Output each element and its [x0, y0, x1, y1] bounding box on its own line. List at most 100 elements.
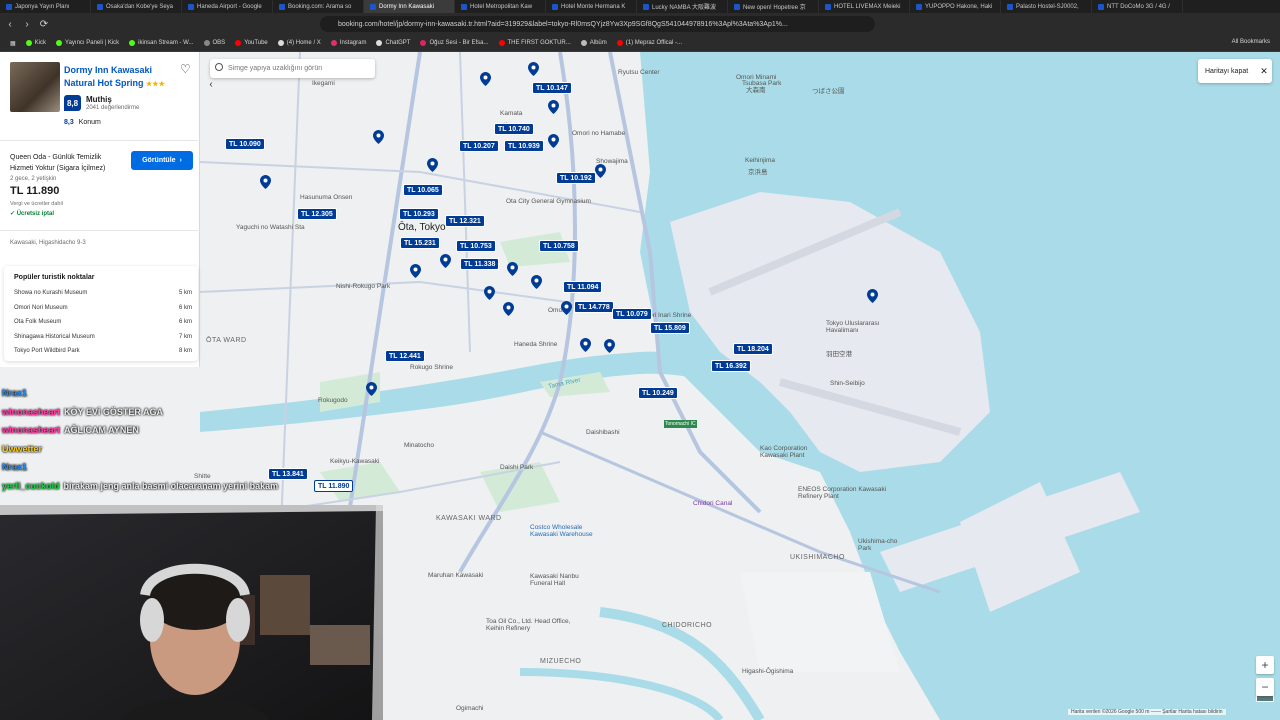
hotel-price-pin[interactable]: TL 15.231 — [400, 237, 440, 249]
browser-tab[interactable]: Japonya Yayın Planı — [0, 0, 91, 13]
hotel-price-pin[interactable]: TL 12.441 — [385, 350, 425, 362]
hotel-location-marker-icon[interactable] — [507, 262, 518, 276]
label-keihinjima: Keihinjima — [745, 157, 775, 164]
browser-tab[interactable]: NTT DoCoMo 3G / 4G / — [1092, 0, 1183, 13]
hotel-location-marker-icon[interactable] — [503, 302, 514, 316]
hotel-location-marker-icon[interactable] — [604, 339, 615, 353]
hotel-location-marker-icon[interactable] — [561, 301, 572, 315]
bookmark-item[interactable]: YouTube — [235, 40, 268, 46]
popular-landmarks-card: Popüler turistik noktalar Showa no Kuras… — [4, 266, 198, 361]
hotel-price-pin[interactable]: TL 14.778 — [574, 301, 614, 313]
browser-tab[interactable]: Hotel Metropolitan Kaw — [455, 0, 546, 13]
bookmark-item[interactable]: OBS — [203, 40, 225, 46]
hotel-price-pin[interactable]: TL 10.740 — [494, 123, 534, 135]
browser-tab[interactable]: New open! Hopetree 京 — [728, 0, 819, 13]
hotel-price-pin[interactable]: TL 10.065 — [403, 184, 443, 196]
hotel-price-pin[interactable]: TL 12.305 — [297, 208, 337, 220]
bookmark-item[interactable]: ikinsan Stream - W... — [129, 40, 194, 46]
tab-favicon-icon — [279, 3, 285, 10]
hotel-price-pin[interactable]: TL 15.809 — [650, 322, 690, 334]
star-rating-icon: ★★★ — [146, 81, 165, 88]
hotel-location-marker-icon[interactable] — [440, 254, 451, 268]
hotel-price-pin[interactable]: TL 10.090 — [225, 138, 265, 150]
browser-tab[interactable]: Osaka'dan Kobe'ye Seya — [91, 0, 182, 13]
bookmark-favicon-icon — [56, 40, 63, 46]
label-eneos: ENEOS Corporation Kawasaki Refinery Plan… — [798, 486, 887, 500]
browser-tab[interactable]: YUPOPPO Hakone, Haki — [910, 0, 1001, 13]
selected-hotel-price-pin[interactable]: TL 11.890 — [314, 480, 354, 492]
hotel-price-pin[interactable]: TL 10.079 — [612, 308, 652, 320]
hotel-price-pin[interactable]: TL 18.204 — [733, 343, 773, 355]
browser-tab[interactable]: Palasto Hostel-SJ0002, — [1001, 0, 1092, 13]
zoom-out-button[interactable]: − — [1256, 678, 1274, 696]
hotel-photo[interactable] — [10, 62, 60, 112]
heart-icon[interactable]: ♡ — [180, 62, 191, 76]
hotel-price-pin[interactable]: TL 10.207 — [459, 140, 499, 152]
browser-tab[interactable]: Lucky NAMBA 大阪難波 — [637, 0, 728, 13]
bookmark-item[interactable]: Albüm — [580, 40, 607, 46]
show-room-button[interactable]: Görüntüle › — [131, 151, 193, 170]
hotel-price-pin[interactable]: TL 10.293 — [399, 208, 439, 220]
label-tsubasa-jp: つばさ公園 — [812, 88, 845, 95]
zoom-in-button[interactable]: + — [1256, 656, 1274, 674]
hotel-location-marker-icon[interactable] — [531, 275, 542, 289]
bookmark-favicon-icon — [330, 40, 337, 46]
hotel-location-marker-icon[interactable] — [373, 130, 384, 144]
hotel-price-pin[interactable]: TL 11.094 — [563, 281, 603, 293]
hotel-price-pin[interactable]: TL 10.147 — [532, 82, 572, 94]
bookmark-item[interactable]: Kick — [25, 40, 46, 46]
bookmark-item[interactable]: Oğuz Sesi - Bir Efsa... — [420, 40, 489, 46]
hotel-location-marker-icon[interactable] — [260, 175, 271, 189]
location-score-value: 8,3 — [64, 119, 74, 126]
browser-tab[interactable]: Booking.com: Arama so — [273, 0, 364, 13]
tab-label: Hotel Metropolitan Kaw — [470, 3, 533, 10]
tab-favicon-icon — [461, 3, 467, 10]
label-ikegami: Ikegami — [312, 80, 335, 87]
hotel-location-marker-icon[interactable] — [410, 264, 421, 278]
tax-note: Vergi ve ücretler dahil — [10, 201, 63, 207]
hotel-location-marker-icon[interactable] — [484, 286, 495, 300]
label-chidori: Chidori Canal — [693, 500, 733, 507]
hotel-location-marker-icon[interactable] — [548, 100, 559, 114]
hotel-location-marker-icon[interactable] — [867, 289, 878, 303]
hotel-price-pin[interactable]: TL 10.249 — [638, 387, 678, 399]
bookmark-item[interactable]: (1) Mepraz Offical -... — [616, 40, 682, 46]
hotel-location-marker-icon[interactable] — [580, 338, 591, 352]
close-map-button[interactable]: Haritayı kapat ✕ — [1198, 59, 1272, 83]
bookmark-favicon-icon — [129, 40, 136, 46]
bookmark-item[interactable]: ChatGPT — [376, 40, 410, 46]
hotel-price-pin[interactable]: TL 10.939 — [504, 140, 544, 152]
browser-tab[interactable]: Haneda Airport - Google — [182, 0, 273, 13]
chat-message: winonasheart KÖY EVİ GÖSTER AGA — [2, 407, 163, 417]
hotel-location-marker-icon[interactable] — [427, 158, 438, 172]
bookmark-item[interactable]: Yayıncı Paneli | Kick — [56, 40, 119, 46]
browser-tab[interactable]: Dormy Inn Kawasaki — [364, 0, 455, 13]
hotel-price-pin[interactable]: TL 10.192 — [556, 172, 596, 184]
reload-icon[interactable]: ⟳ — [37, 17, 51, 31]
address-bar[interactable]: booking.com/hotel/jp/dormy-inn-kawasaki.… — [320, 16, 875, 32]
forward-icon[interactable]: › — [20, 17, 34, 31]
back-icon[interactable]: ‹ — [3, 17, 17, 31]
landmark-row: Showa no Kurashi Museum 5 km — [14, 290, 192, 296]
browser-tab[interactable]: Hotel Monte Hermana K — [546, 0, 637, 13]
hotel-location-marker-icon[interactable] — [480, 72, 491, 86]
bookmark-item[interactable]: (4) Home / X — [277, 40, 321, 46]
hotel-location-marker-icon[interactable] — [366, 382, 377, 396]
bookmark-item[interactable]: THE FIRST GOKTUR... — [498, 40, 571, 46]
hotel-location-marker-icon[interactable] — [595, 164, 606, 178]
hotel-location-marker-icon[interactable] — [548, 134, 559, 148]
all-bookmarks-link[interactable]: All Bookmarks — [1232, 39, 1270, 45]
browser-tab[interactable]: HOTEL LIVEMAX Meieki — [819, 0, 910, 13]
hotel-price-pin[interactable]: TL 10.758 — [539, 240, 579, 252]
hotel-price-pin[interactable]: TL 13.841 — [268, 468, 308, 480]
webcam-overlay — [0, 505, 383, 720]
hotel-name-link[interactable]: Dormy Inn Kawasaki Natural Hot Spring ★★… — [64, 64, 184, 91]
hotel-location-marker-icon[interactable] — [528, 62, 539, 76]
distance-search-input[interactable]: Simge yapıya uzaklığını görün — [210, 59, 375, 78]
hotel-price-pin[interactable]: TL 10.753 — [456, 240, 496, 252]
hotel-price-pin[interactable]: TL 12.321 — [445, 215, 485, 227]
bookmark-item[interactable]: Instagram — [330, 40, 366, 46]
hotel-price-pin[interactable]: TL 11.338 — [460, 258, 500, 270]
hotel-price-pin[interactable]: TL 16.392 — [711, 360, 751, 372]
collapse-panel-button[interactable]: ‹ — [204, 75, 218, 93]
